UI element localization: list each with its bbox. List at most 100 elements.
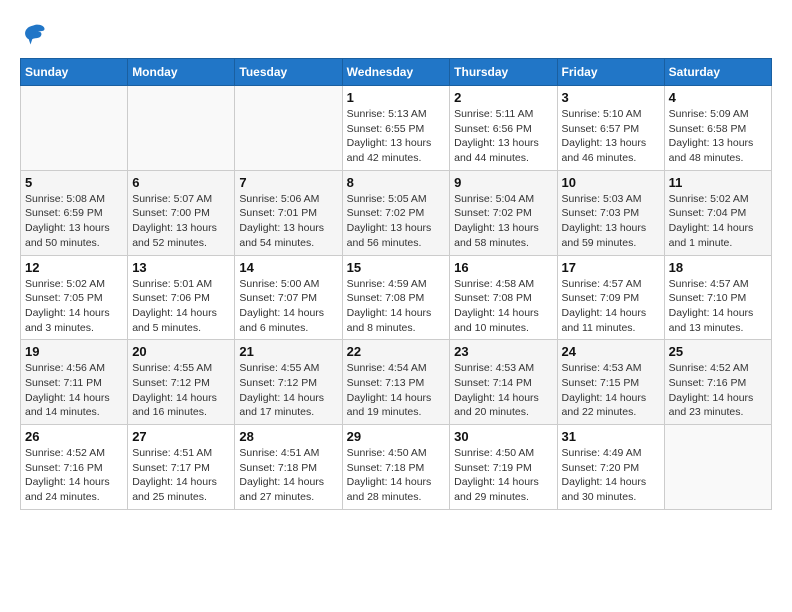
calendar-cell: 23 Sunrise: 4:53 AM Sunset: 7:14 PM Dayli… [450, 340, 557, 425]
day-number: 1 [347, 90, 446, 105]
day-number: 24 [562, 344, 660, 359]
day-detail: Sunrise: 5:02 AM Sunset: 7:04 PM Dayligh… [669, 192, 767, 251]
day-number: 13 [132, 260, 230, 275]
day-number: 23 [454, 344, 552, 359]
calendar-cell: 7 Sunrise: 5:06 AM Sunset: 7:01 PM Daylig… [235, 170, 342, 255]
calendar-cell: 9Sunrise: 5:04 AM Sunset: 7:02 PM Daylig… [450, 170, 557, 255]
calendar-cell: 18Sunrise: 4:57 AM Sunset: 7:10 PM Dayli… [664, 255, 771, 340]
calendar-cell: 14 Sunrise: 5:00 AM Sunset: 7:07 PM Dayli… [235, 255, 342, 340]
day-detail: Sunrise: 4:52 AM Sunset: 7:16 PM Dayligh… [669, 361, 767, 420]
calendar-cell: 13 Sunrise: 5:01 AM Sunset: 7:06 PM Dayli… [128, 255, 235, 340]
day-number: 25 [669, 344, 767, 359]
day-detail: Sunrise: 5:08 AM Sunset: 6:59 PM Dayligh… [25, 192, 123, 251]
calendar-cell: 3 Sunrise: 5:10 AM Sunset: 6:57 PM Daylig… [557, 86, 664, 171]
day-detail: Sunrise: 4:51 AM Sunset: 7:18 PM Dayligh… [239, 446, 337, 505]
day-detail: Sunrise: 4:54 AM Sunset: 7:13 PM Dayligh… [347, 361, 446, 420]
calendar-table: SundayMondayTuesdayWednesdayThursdayFrid… [20, 58, 772, 510]
calendar-cell: 6 Sunrise: 5:07 AM Sunset: 7:00 PM Daylig… [128, 170, 235, 255]
calendar-cell [664, 425, 771, 510]
day-number: 17 [562, 260, 660, 275]
day-detail: Sunrise: 4:58 AM Sunset: 7:08 PM Dayligh… [454, 277, 552, 336]
calendar-cell: 24 Sunrise: 4:53 AM Sunset: 7:15 PM Dayli… [557, 340, 664, 425]
calendar-week-2: 5 Sunrise: 5:08 AM Sunset: 6:59 PM Daylig… [21, 170, 772, 255]
day-number: 7 [239, 175, 337, 190]
day-number: 29 [347, 429, 446, 444]
day-detail: Sunrise: 4:57 AM Sunset: 7:10 PM Dayligh… [669, 277, 767, 336]
day-detail: Sunrise: 5:07 AM Sunset: 7:00 PM Dayligh… [132, 192, 230, 251]
day-detail: Sunrise: 4:50 AM Sunset: 7:18 PM Dayligh… [347, 446, 446, 505]
day-number: 12 [25, 260, 123, 275]
day-number: 6 [132, 175, 230, 190]
calendar-cell: 17 Sunrise: 4:57 AM Sunset: 7:09 PM Dayli… [557, 255, 664, 340]
day-number: 28 [239, 429, 337, 444]
calendar-cell: 20 Sunrise: 4:55 AM Sunset: 7:12 PM Dayli… [128, 340, 235, 425]
calendar-cell: 22 Sunrise: 4:54 AM Sunset: 7:13 PM Dayli… [342, 340, 450, 425]
day-detail: Sunrise: 5:06 AM Sunset: 7:01 PM Dayligh… [239, 192, 337, 251]
logo [20, 20, 52, 48]
calendar-week-1: 1 Sunrise: 5:13 AM Sunset: 6:55 PM Daylig… [21, 86, 772, 171]
calendar-cell: 10Sunrise: 5:03 AM Sunset: 7:03 PM Dayli… [557, 170, 664, 255]
weekday-monday: Monday [128, 59, 235, 86]
day-number: 5 [25, 175, 123, 190]
day-detail: Sunrise: 5:09 AM Sunset: 6:58 PM Dayligh… [669, 107, 767, 166]
day-number: 3 [562, 90, 660, 105]
calendar-cell: 21Sunrise: 4:55 AM Sunset: 7:12 PM Dayli… [235, 340, 342, 425]
day-number: 21 [239, 344, 337, 359]
day-number: 20 [132, 344, 230, 359]
calendar-cell: 1 Sunrise: 5:13 AM Sunset: 6:55 PM Daylig… [342, 86, 450, 171]
calendar-week-4: 19Sunrise: 4:56 AM Sunset: 7:11 PM Dayli… [21, 340, 772, 425]
day-detail: Sunrise: 5:03 AM Sunset: 7:03 PM Dayligh… [562, 192, 660, 251]
day-number: 27 [132, 429, 230, 444]
calendar-cell: 4 Sunrise: 5:09 AM Sunset: 6:58 PM Daylig… [664, 86, 771, 171]
calendar-cell: 30 Sunrise: 4:50 AM Sunset: 7:19 PM Dayli… [450, 425, 557, 510]
calendar-cell [235, 86, 342, 171]
calendar-cell: 11 Sunrise: 5:02 AM Sunset: 7:04 PM Dayli… [664, 170, 771, 255]
day-detail: Sunrise: 5:04 AM Sunset: 7:02 PM Dayligh… [454, 192, 552, 251]
weekday-friday: Friday [557, 59, 664, 86]
calendar-cell: 27Sunrise: 4:51 AM Sunset: 7:17 PM Dayli… [128, 425, 235, 510]
weekday-thursday: Thursday [450, 59, 557, 86]
day-detail: Sunrise: 4:50 AM Sunset: 7:19 PM Dayligh… [454, 446, 552, 505]
weekday-sunday: Sunday [21, 59, 128, 86]
day-detail: Sunrise: 5:05 AM Sunset: 7:02 PM Dayligh… [347, 192, 446, 251]
day-number: 19 [25, 344, 123, 359]
day-number: 14 [239, 260, 337, 275]
day-detail: Sunrise: 4:52 AM Sunset: 7:16 PM Dayligh… [25, 446, 123, 505]
day-number: 2 [454, 90, 552, 105]
day-detail: Sunrise: 4:53 AM Sunset: 7:14 PM Dayligh… [454, 361, 552, 420]
day-number: 26 [25, 429, 123, 444]
calendar-cell: 16 Sunrise: 4:58 AM Sunset: 7:08 PM Dayli… [450, 255, 557, 340]
calendar-cell: 2Sunrise: 5:11 AM Sunset: 6:56 PM Daylig… [450, 86, 557, 171]
calendar-cell: 5 Sunrise: 5:08 AM Sunset: 6:59 PM Daylig… [21, 170, 128, 255]
calendar-cell: 8Sunrise: 5:05 AM Sunset: 7:02 PM Daylig… [342, 170, 450, 255]
calendar-cell: 29 Sunrise: 4:50 AM Sunset: 7:18 PM Dayli… [342, 425, 450, 510]
weekday-header-row: SundayMondayTuesdayWednesdayThursdayFrid… [21, 59, 772, 86]
logo-icon [20, 20, 48, 48]
calendar-cell: 26 Sunrise: 4:52 AM Sunset: 7:16 PM Dayli… [21, 425, 128, 510]
day-detail: Sunrise: 4:55 AM Sunset: 7:12 PM Dayligh… [132, 361, 230, 420]
page-header [20, 20, 772, 48]
day-detail: Sunrise: 5:01 AM Sunset: 7:06 PM Dayligh… [132, 277, 230, 336]
calendar-cell: 19Sunrise: 4:56 AM Sunset: 7:11 PM Dayli… [21, 340, 128, 425]
calendar-cell [128, 86, 235, 171]
day-number: 22 [347, 344, 446, 359]
day-detail: Sunrise: 5:10 AM Sunset: 6:57 PM Dayligh… [562, 107, 660, 166]
calendar-cell: 25 Sunrise: 4:52 AM Sunset: 7:16 PM Dayli… [664, 340, 771, 425]
day-detail: Sunrise: 4:57 AM Sunset: 7:09 PM Dayligh… [562, 277, 660, 336]
day-number: 11 [669, 175, 767, 190]
day-detail: Sunrise: 5:00 AM Sunset: 7:07 PM Dayligh… [239, 277, 337, 336]
day-detail: Sunrise: 4:53 AM Sunset: 7:15 PM Dayligh… [562, 361, 660, 420]
calendar-week-5: 26 Sunrise: 4:52 AM Sunset: 7:16 PM Dayli… [21, 425, 772, 510]
day-detail: Sunrise: 4:59 AM Sunset: 7:08 PM Dayligh… [347, 277, 446, 336]
weekday-wednesday: Wednesday [342, 59, 450, 86]
day-number: 30 [454, 429, 552, 444]
day-number: 4 [669, 90, 767, 105]
calendar-cell: 12Sunrise: 5:02 AM Sunset: 7:05 PM Dayli… [21, 255, 128, 340]
calendar-cell [21, 86, 128, 171]
calendar-cell: 31 Sunrise: 4:49 AM Sunset: 7:20 PM Dayli… [557, 425, 664, 510]
day-detail: Sunrise: 5:13 AM Sunset: 6:55 PM Dayligh… [347, 107, 446, 166]
day-number: 16 [454, 260, 552, 275]
day-number: 31 [562, 429, 660, 444]
calendar-cell: 15Sunrise: 4:59 AM Sunset: 7:08 PM Dayli… [342, 255, 450, 340]
day-detail: Sunrise: 4:49 AM Sunset: 7:20 PM Dayligh… [562, 446, 660, 505]
